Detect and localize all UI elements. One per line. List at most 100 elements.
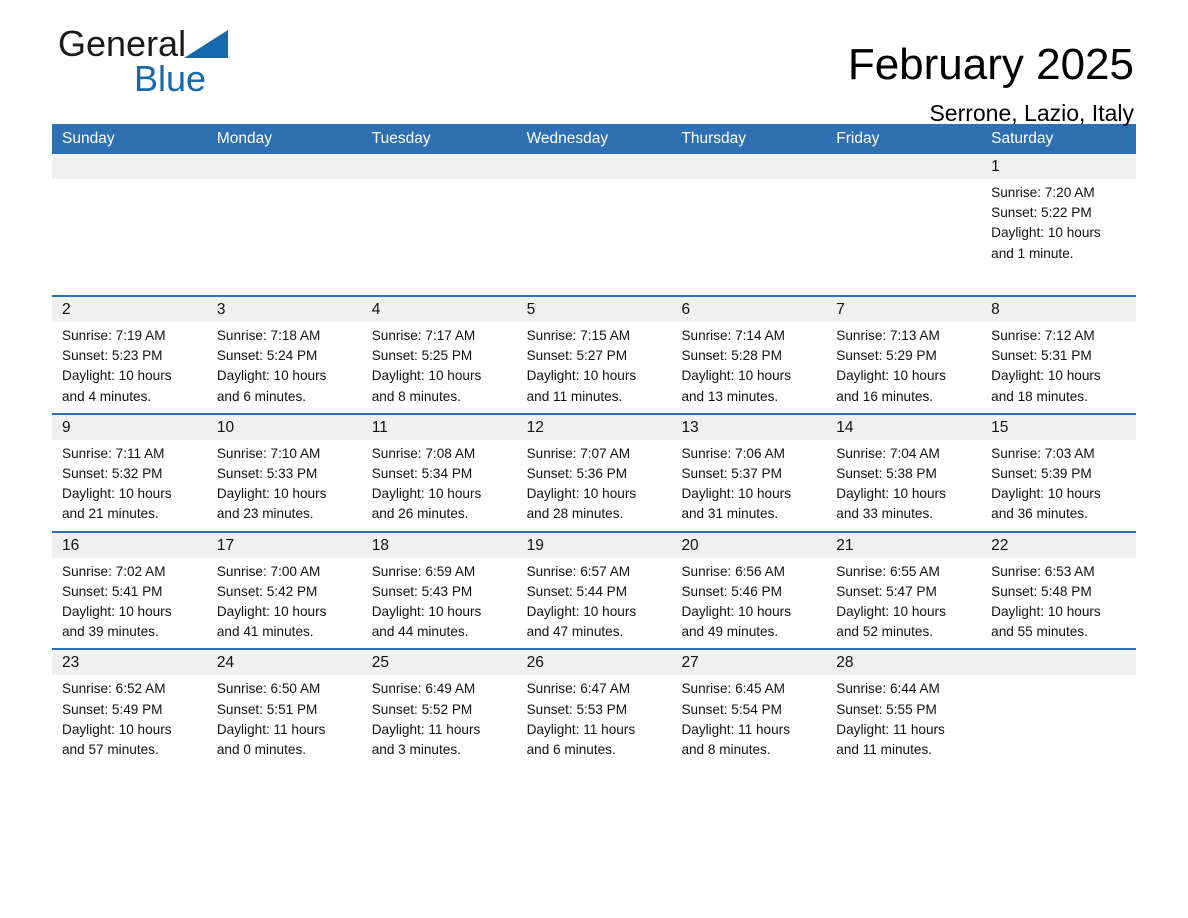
daylight-text: and 41 minutes. xyxy=(216,624,314,640)
day-number-22[interactable]: 22 xyxy=(981,533,1136,558)
sunset-text: Sunset: 5:28 PM xyxy=(681,348,782,364)
day-number-empty xyxy=(207,154,362,179)
day-cell-7[interactable]: Sunrise: 7:13 AM Sunset: 5:29 PM Daylight:… xyxy=(826,326,981,407)
day-cell-4[interactable]: Sunrise: 7:17 AM Sunset: 5:25 PM Daylight:… xyxy=(362,326,517,407)
sunrise-text: Sunrise: 6:53 AM xyxy=(991,563,1095,579)
day-cell-21[interactable]: Sunrise: 6:55 AM Sunset: 5:47 PM Daylight:… xyxy=(826,562,981,643)
day-cell-17[interactable]: Sunrise: 7:00 AM Sunset: 5:42 PM Daylight:… xyxy=(207,562,362,643)
day-number-17[interactable]: 17 xyxy=(207,533,362,558)
sunset-text: Sunset: 5:32 PM xyxy=(62,466,163,482)
sunrise-text: Sunrise: 6:59 AM xyxy=(371,563,476,579)
day-number-15[interactable]: 15 xyxy=(981,415,1136,440)
day-cell-14[interactable]: Sunrise: 7:04 AM Sunset: 5:38 PM Daylight:… xyxy=(826,444,981,525)
sunrise-text: Sunrise: 6:57 AM xyxy=(526,563,631,579)
day-number-25[interactable]: 25 xyxy=(362,650,517,675)
sunset-text: Sunset: 5:49 PM xyxy=(62,701,163,717)
day-detail-band: Sunrise: 7:20 AM Sunset: 5:22 PM Daylight:… xyxy=(52,179,1136,295)
day-cell-6[interactable]: Sunrise: 7:14 AM Sunset: 5:28 PM Daylight:… xyxy=(671,326,826,407)
day-cell-27[interactable]: Sunrise: 6:45 AM Sunset: 5:54 PM Daylight:… xyxy=(671,679,826,760)
day-cell-18[interactable]: Sunrise: 6:59 AM Sunset: 5:43 PM Daylight:… xyxy=(362,562,517,643)
day-cell-1[interactable]: Sunrise: 7:20 AM Sunset: 5:22 PM Daylight:… xyxy=(981,183,1136,289)
day-number-3[interactable]: 3 xyxy=(207,297,362,322)
sunset-text: Sunset: 5:36 PM xyxy=(526,466,628,482)
daylight-text: Daylight: 10 hours xyxy=(62,721,172,737)
day-number-5[interactable]: 5 xyxy=(517,297,672,322)
day-number-6[interactable]: 6 xyxy=(671,297,826,322)
day-number-21[interactable]: 21 xyxy=(826,533,981,558)
daylight-text: and 11 minutes. xyxy=(836,742,933,758)
day-number-26[interactable]: 26 xyxy=(517,650,672,675)
day-cell-26[interactable]: Sunrise: 6:47 AM Sunset: 5:53 PM Daylight:… xyxy=(517,679,672,760)
sunset-text: Sunset: 5:42 PM xyxy=(216,583,318,599)
day-number-9[interactable]: 9 xyxy=(52,415,207,440)
day-cell-25[interactable]: Sunrise: 6:49 AM Sunset: 5:52 PM Daylight:… xyxy=(362,679,517,760)
sunrise-text: Sunrise: 7:12 AM xyxy=(991,328,1095,343)
daylight-text: and 33 minutes. xyxy=(836,506,934,522)
day-cell-3[interactable]: Sunrise: 7:18 AM Sunset: 5:24 PM Daylight:… xyxy=(207,326,362,407)
day-cell-19[interactable]: Sunrise: 6:57 AM Sunset: 5:44 PM Daylight:… xyxy=(517,562,672,643)
day-number-28[interactable]: 28 xyxy=(826,650,981,675)
sunset-text: Sunset: 5:47 PM xyxy=(836,583,937,599)
daylight-text: Daylight: 10 hours xyxy=(681,368,792,384)
day-number-band: 9 10 11 12 13 14 15 xyxy=(52,414,1136,440)
day-cell-22[interactable]: Sunrise: 6:53 AM Sunset: 5:48 PM Daylight:… xyxy=(981,562,1136,643)
daylight-text: Daylight: 10 hours xyxy=(216,604,327,620)
day-cell-16[interactable]: Sunrise: 7:02 AM Sunset: 5:41 PM Daylight:… xyxy=(52,562,207,643)
sunset-text: Sunset: 5:51 PM xyxy=(216,701,318,717)
day-number-8[interactable]: 8 xyxy=(981,297,1136,322)
week-row: 16 17 18 19 20 21 22 Sunrise: 7:02 AM Sunset: 5:… xyxy=(52,530,1136,649)
day-number-10[interactable]: 10 xyxy=(207,415,362,440)
day-cell-9[interactable]: Sunrise: 7:11 AM Sunset: 5:32 PM Daylight:… xyxy=(52,444,207,525)
sunrise-text: Sunrise: 7:02 AM xyxy=(62,563,166,579)
daylight-text: and 55 minutes. xyxy=(991,624,1088,640)
day-number-23[interactable]: 23 xyxy=(52,650,207,675)
day-cell-12[interactable]: Sunrise: 7:07 AM Sunset: 5:36 PM Daylight:… xyxy=(517,444,672,525)
logo-top-row: General xyxy=(58,22,388,66)
day-cell-28[interactable]: Sunrise: 6:44 AM Sunset: 5:55 PM Daylight:… xyxy=(826,679,981,760)
sunrise-text: Sunrise: 7:13 AM xyxy=(836,328,940,343)
day-cell-15[interactable]: Sunrise: 7:03 AM Sunset: 5:39 PM Daylight:… xyxy=(981,444,1136,525)
sunset-text: Sunset: 5:43 PM xyxy=(371,583,473,599)
day-cell-empty xyxy=(981,679,1136,760)
day-number-2[interactable]: 2 xyxy=(52,297,207,322)
day-number-12[interactable]: 12 xyxy=(517,415,672,440)
day-number-19[interactable]: 19 xyxy=(517,533,672,558)
daylight-text: Daylight: 10 hours xyxy=(62,486,172,502)
day-number-7[interactable]: 7 xyxy=(826,297,981,322)
weekday-header-saturday: Saturday xyxy=(991,130,1054,147)
day-cell-2[interactable]: Sunrise: 7:19 AM Sunset: 5:23 PM Daylight:… xyxy=(52,326,207,407)
daylight-text: and 6 minutes. xyxy=(526,742,616,758)
sunrise-text: Sunrise: 7:00 AM xyxy=(216,563,321,579)
day-cell-10[interactable]: Sunrise: 7:10 AM Sunset: 5:33 PM Daylight:… xyxy=(207,444,362,525)
day-detail-band: Sunrise: 7:19 AM Sunset: 5:23 PM Daylight:… xyxy=(52,322,1136,413)
sunset-text: Sunset: 5:33 PM xyxy=(216,466,318,482)
sunset-text: Sunset: 5:34 PM xyxy=(371,466,473,482)
day-number-18[interactable]: 18 xyxy=(362,533,517,558)
day-cell-23[interactable]: Sunrise: 6:52 AM Sunset: 5:49 PM Daylight:… xyxy=(52,679,207,760)
day-number-27[interactable]: 27 xyxy=(671,650,826,675)
day-cell-5[interactable]: Sunrise: 7:15 AM Sunset: 5:27 PM Daylight:… xyxy=(517,326,672,407)
day-number-11[interactable]: 11 xyxy=(362,415,517,440)
day-cell-8[interactable]: Sunrise: 7:12 AM Sunset: 5:31 PM Daylight:… xyxy=(981,326,1136,407)
day-number-13[interactable]: 13 xyxy=(671,415,826,440)
day-number-24[interactable]: 24 xyxy=(207,650,362,675)
day-cell-20[interactable]: Sunrise: 6:56 AM Sunset: 5:46 PM Daylight:… xyxy=(671,562,826,643)
day-number-band: 2345678 xyxy=(52,297,1136,322)
day-cell-13[interactable]: Sunrise: 7:06 AM Sunset: 5:37 PM Daylight:… xyxy=(671,444,826,525)
page-header: General Blue February 2025 Serrone, Lazi… xyxy=(52,0,1136,126)
sunrise-text: Sunrise: 6:52 AM xyxy=(62,681,166,697)
day-number-empty xyxy=(826,154,981,179)
day-number-14[interactable]: 14 xyxy=(826,415,981,440)
day-cell-24[interactable]: Sunrise: 6:50 AM Sunset: 5:51 PM Daylight:… xyxy=(207,679,362,760)
sunset-text: Sunset: 5:53 PM xyxy=(526,701,628,717)
daylight-text: Daylight: 10 hours xyxy=(991,486,1101,502)
sunrise-text: Sunrise: 7:11 AM xyxy=(62,445,165,461)
day-cell-11[interactable]: Sunrise: 7:08 AM Sunset: 5:34 PM Daylight:… xyxy=(362,444,517,525)
day-number-1[interactable]: 1 xyxy=(981,154,1136,179)
daylight-text: Daylight: 10 hours xyxy=(681,486,792,502)
daylight-text: and 0 minutes. xyxy=(216,742,307,758)
day-number-4[interactable]: 4 xyxy=(362,297,517,322)
daylight-text: Daylight: 10 hours xyxy=(991,368,1101,384)
day-number-20[interactable]: 20 xyxy=(671,533,826,558)
day-number-16[interactable]: 16 xyxy=(52,533,207,558)
